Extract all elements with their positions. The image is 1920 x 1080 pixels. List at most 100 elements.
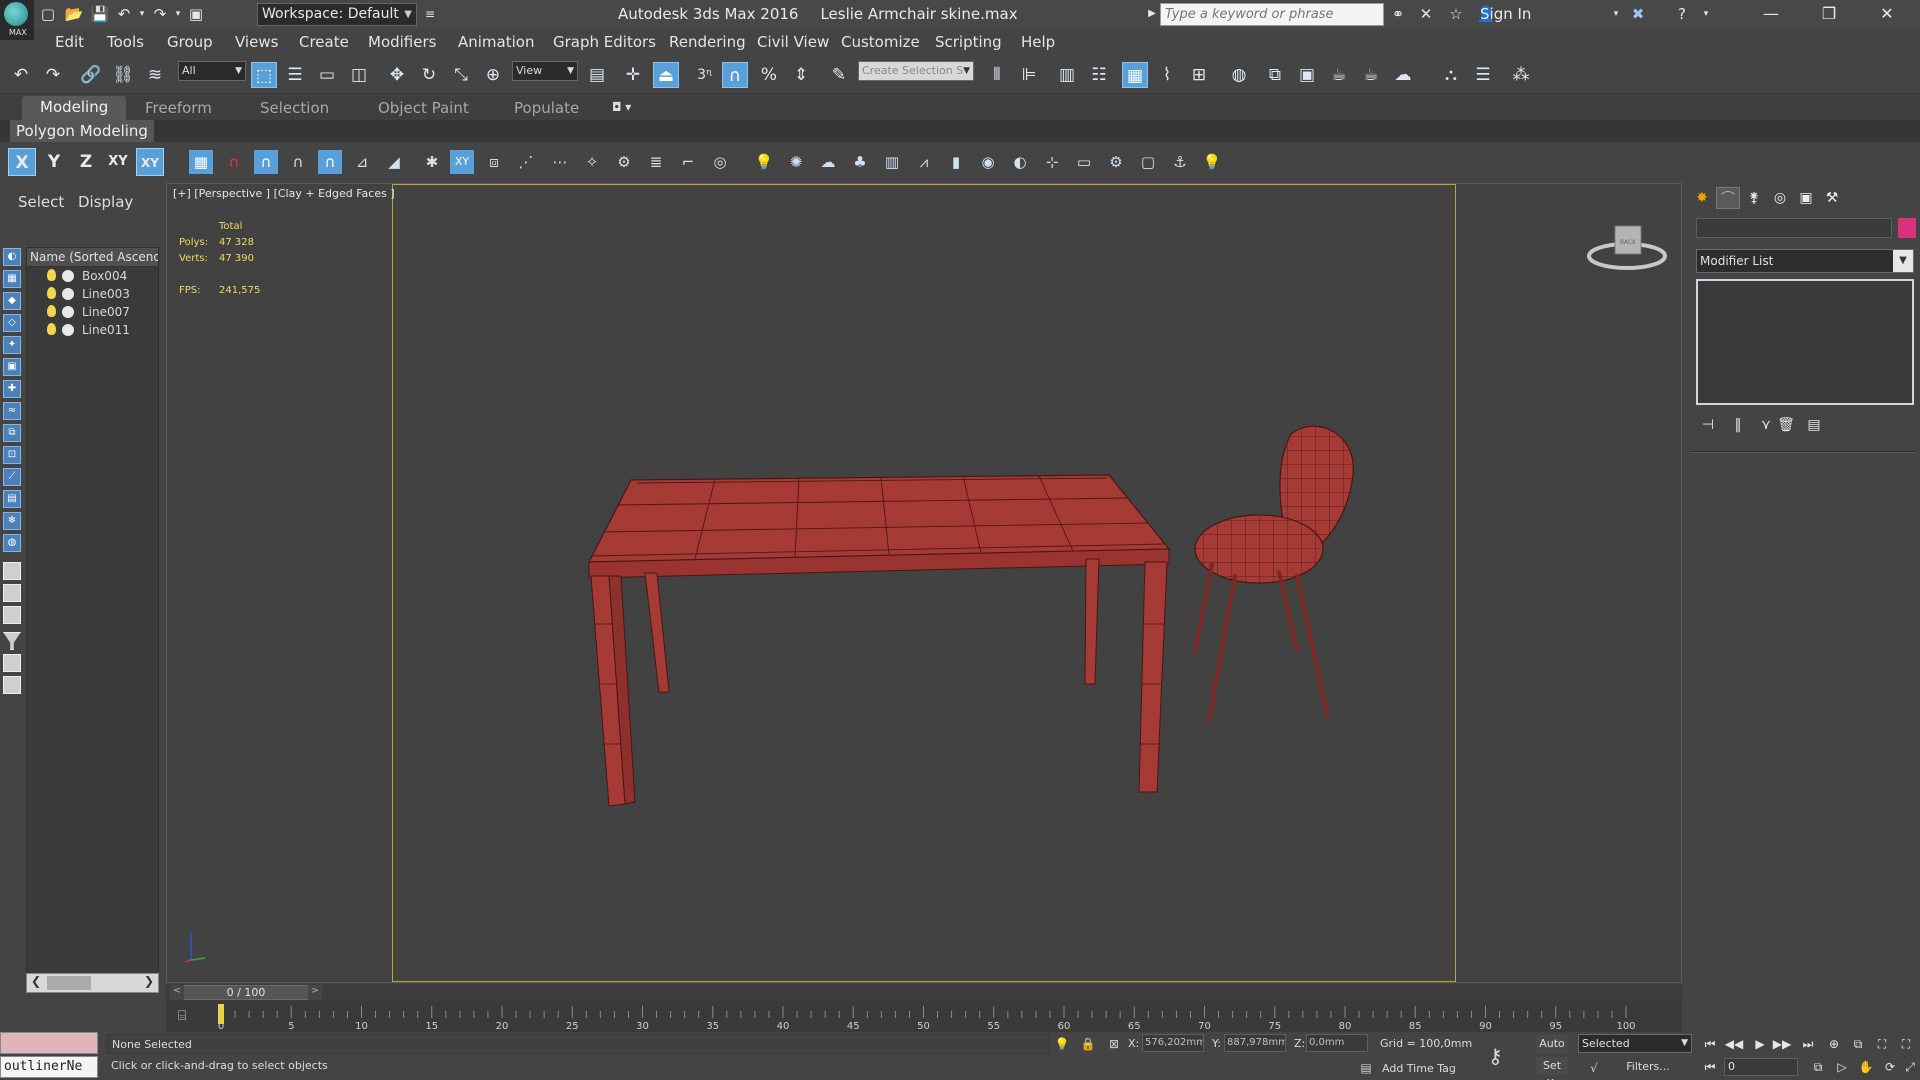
snap-toggle-icon[interactable]: 3ᶯ [692, 62, 718, 88]
redo-icon[interactable]: ↷ [40, 62, 66, 88]
display-children-icon[interactable] [3, 562, 21, 580]
door-icon[interactable]: ▮ [944, 150, 968, 174]
pan-view-icon[interactable]: ✋ [1856, 1058, 1876, 1076]
undo-dropdown-icon[interactable]: ▾ [132, 4, 152, 24]
communication-center-icon[interactable]: ✕ [1416, 4, 1436, 24]
modifier-list-dropdown[interactable]: Modifier List ▼ [1696, 249, 1914, 273]
light-bulb-icon[interactable] [47, 287, 56, 299]
select-and-scale-icon[interactable]: ⤡ [448, 62, 474, 88]
stairs-icon[interactable]: ⩘ [912, 150, 936, 174]
target-camera-icon[interactable]: ▭ [1072, 150, 1096, 174]
next-frame-icon[interactable]: > [308, 985, 322, 1000]
select-object-icon[interactable]: ⬚ [251, 62, 277, 88]
display-hidden-icon[interactable]: ◍ [3, 534, 21, 552]
maxscript-listener-output[interactable] [0, 1032, 98, 1054]
viewport-label-menu[interactable]: [+] [Perspective ] [Clay + Edged Faces ] [173, 187, 395, 200]
keyboard-shortcut-override-icon[interactable]: ⏏ [653, 62, 679, 88]
display-containers-icon[interactable]: ▤ [3, 490, 21, 508]
time-slider-thumb[interactable]: < 0 / 100 > [170, 985, 322, 1000]
filter-options-icon[interactable] [3, 676, 21, 694]
redo-dropdown-icon[interactable]: ▾ [168, 4, 188, 24]
sign-in-dropdown-icon[interactable]: ▾ [1606, 4, 1626, 24]
light-bulb-icon[interactable] [47, 323, 56, 335]
x-coordinate-field[interactable]: 576,202mm [1142, 1034, 1204, 1052]
display-frozen-icon[interactable]: ❄ [3, 512, 21, 530]
light-bulb-icon[interactable] [47, 269, 56, 281]
snap-to-frozen-icon[interactable]: ⧈ [482, 150, 506, 174]
time-tag-icon[interactable]: ▤ [1358, 1060, 1374, 1076]
save-icon[interactable]: 💾 [90, 4, 110, 24]
display-lights-icon[interactable]: ✦ [3, 336, 21, 354]
ribbon-options-icon[interactable]: ◘ ▾ [612, 100, 631, 114]
material-editor-icon[interactable]: ◍ [1226, 62, 1252, 88]
wall-icon[interactable]: ▥ [880, 150, 904, 174]
brush-presets-icon[interactable]: ⌐ [676, 150, 700, 174]
display-bones-icon[interactable]: ⟋ [3, 468, 21, 486]
armchair-model[interactable] [1193, 425, 1354, 722]
utilities-panel-icon[interactable]: ⚒ [1820, 187, 1844, 209]
curve-editor-icon[interactable]: ⌇ [1154, 62, 1180, 88]
menu-civil-view[interactable]: Civil View [757, 33, 829, 51]
hierarchy-panel-icon[interactable]: ⚵ [1742, 187, 1766, 209]
ribbon-toggle-icon[interactable]: ☰ [1470, 62, 1496, 88]
create-selection-set-dropdown[interactable]: Create Selection S ▼ [858, 61, 974, 81]
time-slider[interactable]: < 0 / 100 > [166, 984, 1682, 1002]
edit-named-selection-sets-icon[interactable]: ✎ [826, 62, 852, 88]
go-to-start-icon[interactable]: ⏮ [1700, 1035, 1720, 1053]
foliage-icon[interactable]: ♣ [848, 150, 872, 174]
absolute-relative-mode-icon[interactable]: ⊠ [1106, 1036, 1122, 1052]
menu-scripting[interactable]: Scripting [935, 33, 1002, 51]
close-button[interactable]: ✕ [1858, 0, 1916, 29]
selection-lock-icon[interactable]: 🔒 [1080, 1036, 1096, 1052]
visibility-icon[interactable] [62, 270, 74, 282]
visibility-icon[interactable] [62, 306, 74, 318]
display-all-icon[interactable]: ▦ [3, 270, 21, 288]
snap-midpoint-icon[interactable]: ∩ [318, 150, 342, 174]
set-key-icon[interactable]: ⚷ [1488, 1044, 1503, 1068]
key-filters-button[interactable]: Filters... [1606, 1058, 1690, 1076]
motion-panel-icon[interactable]: ◎ [1768, 187, 1792, 209]
play-icon[interactable]: ▶ [1750, 1035, 1770, 1053]
viewcube-navigation[interactable]: BACK [1585, 220, 1669, 276]
make-unique-icon[interactable]: ⋎ [1756, 415, 1776, 435]
tab-selection[interactable]: Selection [260, 99, 329, 117]
select-and-move-icon[interactable]: ✥ [384, 62, 410, 88]
create-panel-icon[interactable]: ✸ [1690, 187, 1714, 209]
previous-frame-icon[interactable]: < [170, 985, 184, 1000]
workspace-menu-icon[interactable]: ≡ [420, 4, 440, 24]
name-column-header[interactable]: Name (Sorted Ascendi [27, 248, 158, 267]
paint-deform-icon[interactable]: ◎ [708, 150, 732, 174]
render-iterative-icon[interactable]: ☕ [1358, 62, 1384, 88]
display-helpers-icon[interactable]: ✚ [3, 380, 21, 398]
new-file-icon[interactable]: ▢ [38, 4, 58, 24]
mirror-icon[interactable]: ⫴ [984, 62, 1010, 88]
restore-button[interactable]: ❐ [1800, 0, 1858, 29]
particle-view-icon[interactable]: ⁂ [1508, 62, 1534, 88]
window-crossing-icon[interactable]: ◫ [346, 62, 372, 88]
help-search-input[interactable] [1160, 3, 1384, 26]
favorites-star-icon[interactable]: ☆ [1446, 4, 1466, 24]
zoom-extents-icon[interactable]: ⛶ [1872, 1035, 1892, 1053]
window-object-icon[interactable]: ◉ [976, 150, 1000, 174]
table-model[interactable] [588, 474, 1171, 807]
select-and-place-icon[interactable]: ⊕ [480, 62, 506, 88]
rectangular-selection-icon[interactable]: ▭ [314, 62, 340, 88]
camera-icon[interactable]: ⊹ [1040, 150, 1064, 174]
configure-modifier-sets-icon[interactable]: ▤ [1804, 415, 1824, 435]
orbit-icon[interactable]: ⟳ [1880, 1058, 1900, 1076]
show-end-result-icon[interactable]: ‖ [1728, 415, 1748, 435]
display-dependents-icon[interactable] [3, 606, 21, 624]
polygon-modeling-panel[interactable]: Polygon Modeling [10, 120, 154, 142]
next-key-icon[interactable]: ▶▶ [1772, 1035, 1792, 1053]
menu-animation[interactable]: Animation [458, 33, 534, 51]
list-item[interactable]: Line007 [27, 303, 158, 321]
display-space-warps-icon[interactable]: ≈ [3, 402, 21, 420]
app-logo[interactable]: MAX [0, 0, 34, 40]
snap-xy-toggle-icon[interactable]: XY [450, 150, 474, 174]
key-mode-icon[interactable]: √ [1586, 1060, 1602, 1076]
menu-create[interactable]: Create [299, 33, 349, 51]
auto-key-button[interactable]: Auto [1536, 1035, 1568, 1053]
manage-layers-icon[interactable]: ▥ [1054, 62, 1080, 88]
tab-populate[interactable]: Populate [514, 99, 579, 117]
help-icon[interactable]: ? [1672, 4, 1692, 24]
